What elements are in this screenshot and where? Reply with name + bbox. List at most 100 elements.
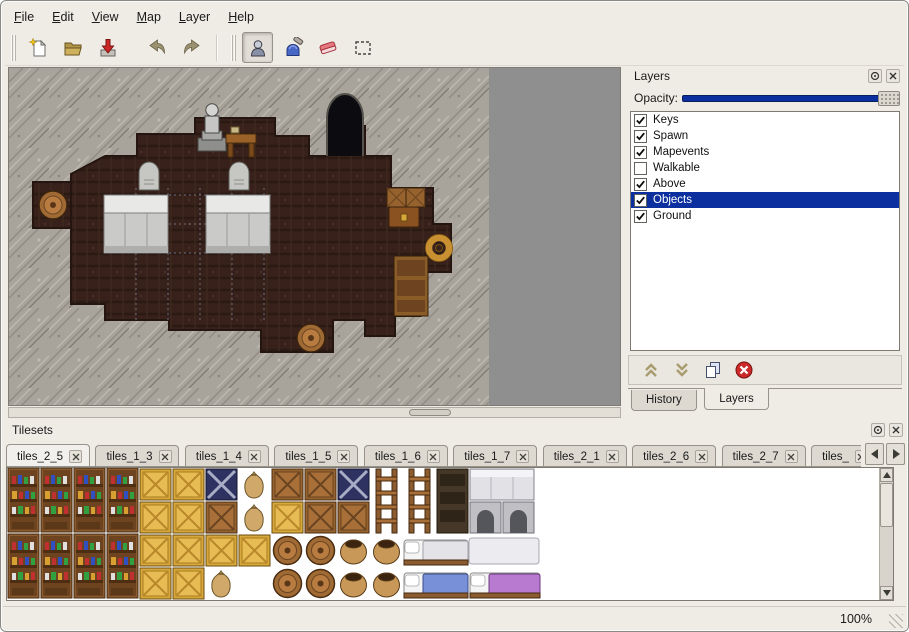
toolbar-handle[interactable] (11, 35, 16, 61)
scroll-right-icon[interactable] (886, 443, 905, 465)
resize-grip-icon[interactable] (889, 614, 903, 628)
status-bar: 100% (3, 606, 906, 631)
tilesets-panel: Tilesets tiles_2_5 tiles_1_3 tiles_1_4 (4, 421, 907, 605)
opacity-slider-track[interactable] (682, 95, 900, 102)
menu-layer[interactable]: Layer (170, 6, 219, 28)
layer-checkbox[interactable] (634, 130, 647, 143)
opacity-slider-handle[interactable] (878, 91, 900, 106)
save-icon (97, 37, 119, 59)
tileset-tab-tiles_1_5[interactable]: tiles_1_5 (274, 445, 358, 467)
menu-file[interactable]: File (5, 6, 43, 28)
redo-button[interactable] (176, 32, 207, 63)
tab-close-icon[interactable] (337, 450, 350, 463)
map-cave-entrance (327, 94, 363, 156)
tileset-tab-tiles_2_1[interactable]: tiles_2_1 (543, 445, 627, 467)
tab-close-icon[interactable] (695, 450, 708, 463)
layer-row-mapevents[interactable]: Mapevents (631, 144, 899, 160)
scroll-up-icon[interactable] (880, 468, 893, 482)
tileset-canvas[interactable] (6, 467, 894, 601)
new-file-button[interactable] (22, 32, 53, 63)
layers-dock-tabs: History Layers (628, 388, 902, 412)
tab-close-icon[interactable] (427, 450, 440, 463)
layer-row-spawn[interactable]: Spawn (631, 128, 899, 144)
layer-checkbox[interactable] (634, 146, 647, 159)
map-tomb-left (104, 195, 168, 253)
rect-select-tool-icon (352, 37, 374, 59)
stamp-tool-button[interactable] (242, 32, 273, 63)
menu-map[interactable]: Map (128, 6, 170, 28)
duplicate-layer-button[interactable] (701, 358, 725, 382)
undo-icon (146, 37, 168, 59)
tab-close-icon[interactable] (855, 450, 861, 463)
tab-close-icon[interactable] (606, 450, 619, 463)
tab-close-icon[interactable] (248, 450, 261, 463)
layer-checkbox[interactable] (634, 178, 647, 191)
float-panel-icon[interactable] (871, 423, 885, 437)
tileset-tab-tiles_1_3[interactable]: tiles_1_3 (95, 445, 179, 467)
tileset-tab-label: tiles_1_6 (375, 451, 421, 463)
rect-select-tool-button[interactable] (347, 32, 378, 63)
layer-label: Objects (653, 194, 692, 206)
undo-button[interactable] (141, 32, 172, 63)
tileset-tab-tiles_1_7[interactable]: tiles_1_7 (453, 445, 537, 467)
tab-close-icon[interactable] (159, 450, 172, 463)
scroll-left-icon[interactable] (865, 443, 884, 465)
menu-view[interactable]: View (83, 6, 128, 28)
redo-icon (181, 37, 203, 59)
tileset-tab-tiles_2_7[interactable]: tiles_2_7 (722, 445, 806, 467)
layer-row-walkable[interactable]: Walkable (631, 160, 899, 176)
menu-help[interactable]: Help (219, 6, 263, 28)
float-panel-icon[interactable] (868, 69, 882, 83)
tileset-tab-truncated[interactable]: tiles_ (811, 445, 861, 467)
open-folder-icon (62, 37, 84, 59)
tab-close-icon[interactable] (516, 450, 529, 463)
layer-checkbox[interactable] (634, 114, 647, 127)
tileset-vertical-scrollbar[interactable] (879, 468, 893, 600)
close-panel-icon[interactable] (886, 69, 900, 83)
layer-label: Mapevents (653, 146, 709, 158)
layer-row-above[interactable]: Above (631, 176, 899, 192)
tileset-tab-tiles_2_6[interactable]: tiles_2_6 (632, 445, 716, 467)
duplicate-layer-icon (702, 359, 724, 381)
layer-checkbox[interactable] (634, 162, 647, 175)
map-horizontal-scrollbar[interactable] (8, 407, 621, 418)
close-panel-icon[interactable] (889, 423, 903, 437)
layers-panel-header: Layers (626, 67, 904, 85)
toolbar-handle[interactable] (231, 35, 236, 61)
save-button[interactable] (92, 32, 123, 63)
raise-layer-button[interactable] (639, 358, 663, 382)
tab-close-icon[interactable] (69, 450, 82, 463)
tileset-tab-tiles_2_5[interactable]: tiles_2_5 (6, 444, 90, 468)
opacity-slider[interactable] (682, 90, 900, 106)
tab-scroll-arrows (865, 443, 905, 465)
map-canvas[interactable] (8, 67, 621, 406)
map-editor-window: File Edit View Map Layer Help (0, 0, 909, 632)
layer-label: Spawn (653, 130, 688, 142)
scrollbar-thumb[interactable] (880, 483, 893, 527)
tileset-tab-tiles_1_4[interactable]: tiles_1_4 (185, 445, 269, 467)
layer-list[interactable]: Keys Spawn Mapevents Walkable Above Obje… (630, 111, 900, 351)
map-tiles (9, 68, 489, 405)
tileset-tab-tiles_1_6[interactable]: tiles_1_6 (364, 445, 448, 467)
menu-edit[interactable]: Edit (43, 6, 83, 28)
delete-layer-button[interactable] (732, 358, 756, 382)
fill-tool-button[interactable] (277, 32, 308, 63)
layer-row-objects[interactable]: Objects (631, 192, 899, 208)
open-file-button[interactable] (57, 32, 88, 63)
eraser-tool-button[interactable] (312, 32, 343, 63)
layer-checkbox[interactable] (634, 210, 647, 223)
tileset-tab-label: tiles_2_1 (554, 451, 600, 463)
menu-bar: File Edit View Map Layer Help (5, 5, 904, 29)
tab-layers[interactable]: Layers (704, 388, 769, 410)
layer-row-keys[interactable]: Keys (631, 112, 899, 128)
layer-row-ground[interactable]: Ground (631, 208, 899, 224)
layer-label: Walkable (653, 162, 700, 174)
tab-close-icon[interactable] (785, 450, 798, 463)
opacity-row: Opacity: (626, 89, 900, 107)
layer-actions-bar (628, 355, 902, 385)
scroll-down-icon[interactable] (880, 586, 893, 600)
scrollbar-thumb[interactable] (409, 409, 451, 416)
tab-history[interactable]: History (631, 390, 697, 411)
lower-layer-button[interactable] (670, 358, 694, 382)
layer-checkbox[interactable] (634, 194, 647, 207)
